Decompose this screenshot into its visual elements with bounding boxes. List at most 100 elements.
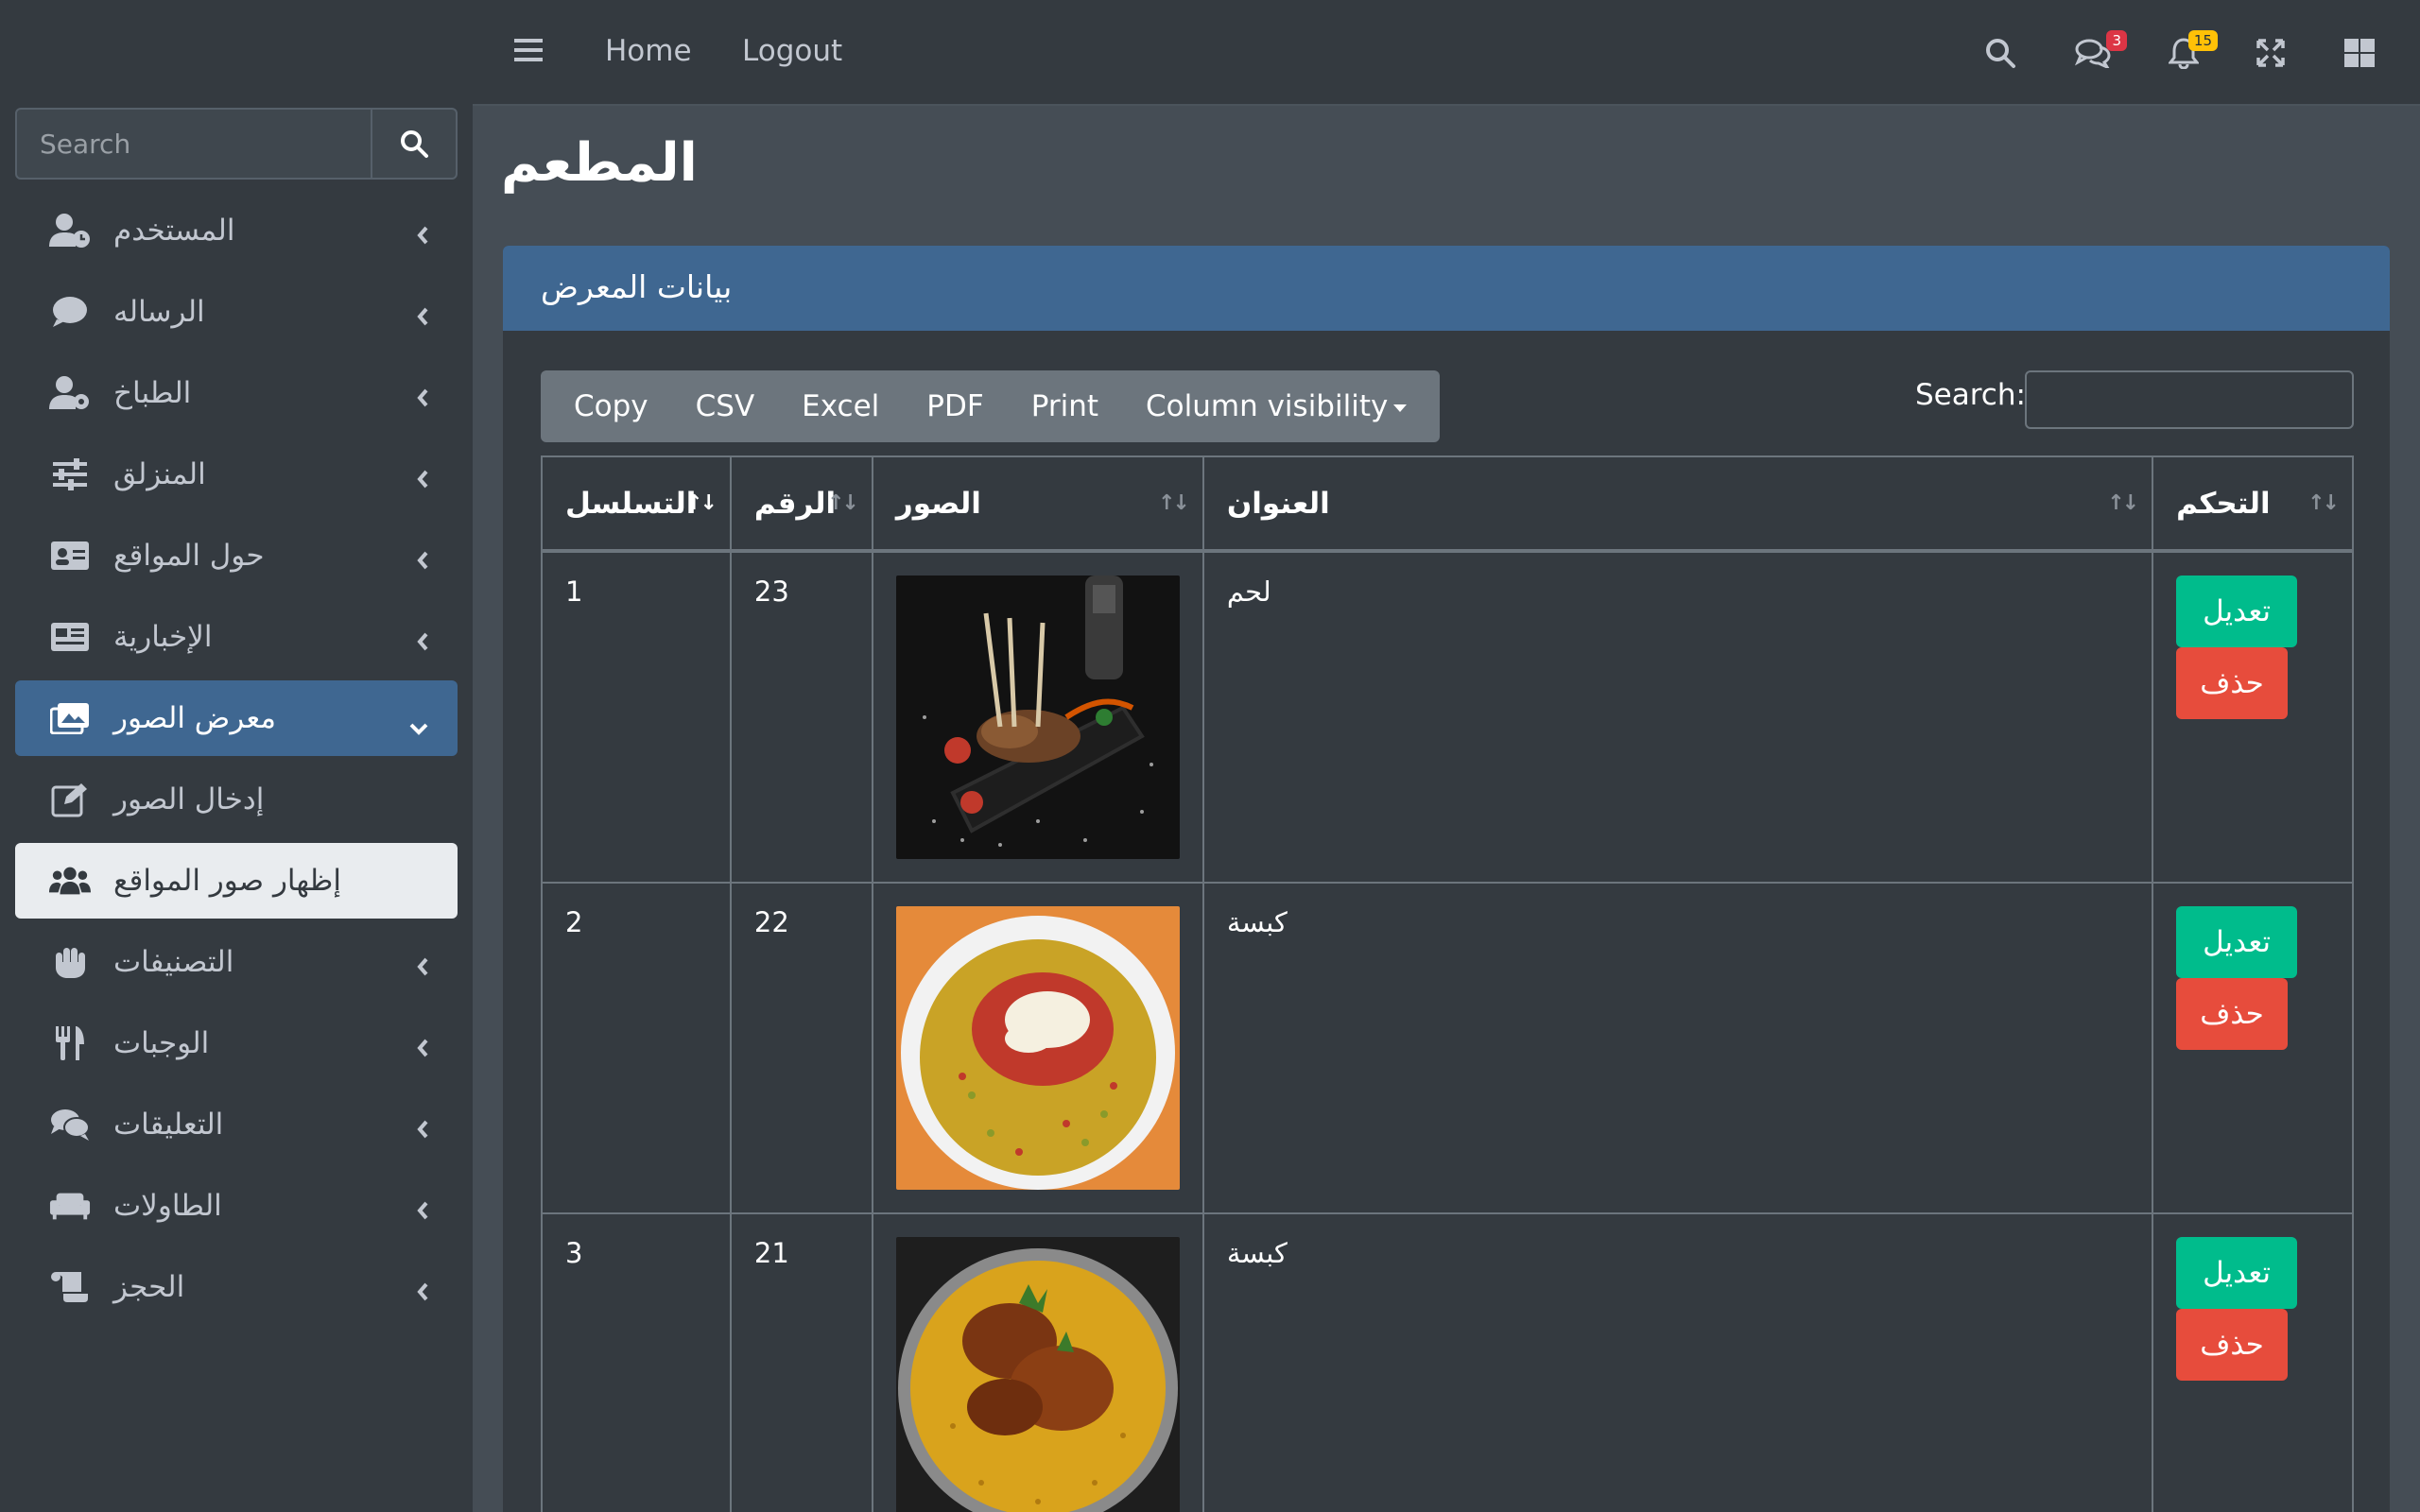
excel-button[interactable]: Excel	[778, 389, 903, 423]
delete-button[interactable]: حذف	[2176, 647, 2289, 719]
chevron-left-icon	[416, 1113, 429, 1147]
page-title: المطعم	[501, 132, 698, 194]
messages-icon[interactable]: 3	[2072, 30, 2127, 72]
scroll-icon	[49, 1268, 91, 1306]
sidebar-item-gallery[interactable]: معرض الصور	[15, 680, 458, 756]
sidebar-item-label: المنزلق	[113, 457, 206, 491]
sidebar-item-about[interactable]: حول المواقع	[15, 518, 458, 593]
menu-toggle-icon[interactable]	[514, 38, 543, 66]
cell-title: لحم	[1201, 550, 2154, 884]
sidebar-item-slider[interactable]: المنزلق	[15, 437, 458, 512]
copy-button[interactable]: Copy	[550, 389, 672, 423]
card-title: بيانات المعرض	[503, 246, 2390, 331]
column-header-label: التحكم	[2176, 486, 2271, 521]
chevron-left-icon	[416, 301, 429, 335]
chevron-left-icon	[416, 1032, 429, 1066]
sidebar-item-categories[interactable]: التصنيفات	[15, 924, 458, 1000]
control-sidebar-icon[interactable]	[2339, 34, 2380, 72]
sidebar-item-label: الرساله	[113, 295, 205, 329]
edit-button[interactable]: تعديل	[2176, 906, 2298, 978]
navbar-search-icon[interactable]	[1979, 34, 2021, 72]
caret-down-icon	[1393, 404, 1408, 412]
users-icon	[49, 862, 91, 900]
sidebar-item-chef[interactable]: الطباخ	[15, 355, 458, 431]
delete-button[interactable]: حذف	[2176, 978, 2289, 1050]
food-image	[895, 576, 1180, 859]
chevron-left-icon	[416, 382, 429, 416]
edit-icon	[49, 781, 91, 818]
logout-link[interactable]: Logout	[742, 34, 842, 68]
cell-actions: تعديل حذف	[2152, 550, 2354, 884]
sort-icon: ↑↓	[826, 491, 859, 515]
comments-icon	[49, 1106, 91, 1143]
table-row: 2 22 كبسة تعديل حذف	[541, 882, 2354, 1214]
column-header-actions[interactable]: التحكم ↑↓	[2152, 455, 2354, 553]
sidebar-item-comments[interactable]: التعليقات	[15, 1087, 458, 1162]
column-header-seq[interactable]: التسلسل ↑↓	[541, 455, 732, 553]
column-header-title[interactable]: العنوان ↑↓	[1201, 455, 2154, 553]
edit-button[interactable]: تعديل	[2176, 576, 2298, 647]
sidebar-item-add-images[interactable]: إدخال الصور	[15, 762, 458, 837]
sidebar-item-label: التعليقات	[113, 1108, 224, 1142]
sidebar-search-button[interactable]	[371, 110, 456, 178]
column-header-images[interactable]: الصور ↑↓	[871, 455, 1204, 553]
chevron-left-icon	[416, 463, 429, 497]
sidebar-item-label: إظهار صور المواقع	[113, 864, 341, 898]
fullscreen-icon[interactable]	[2250, 34, 2291, 72]
column-header-label: الصور	[895, 486, 981, 521]
sidebar-item-label: معرض الصور	[113, 701, 276, 735]
column-header-label: التسلسل	[565, 486, 697, 521]
pdf-button[interactable]: PDF	[903, 389, 1007, 423]
export-buttons: Copy CSV Excel PDF Print Column visibili…	[541, 370, 1441, 442]
sidebar-item-label: الطاولات	[113, 1189, 222, 1223]
edit-button[interactable]: تعديل	[2176, 1237, 2298, 1309]
messages-badge: 3	[2106, 30, 2127, 51]
gallery-table: التسلسل ↑↓ الرقم ↑↓ الصور ↑↓ العنوان ↑↓ التح…	[541, 455, 2354, 1512]
sidebar-item-show-images[interactable]: إظهار صور المواقع	[15, 843, 458, 919]
sort-icon: ↑↓	[1157, 491, 1190, 515]
cell-actions: تعديل حذف	[2152, 882, 2354, 1214]
cell-actions: تعديل حذف	[2152, 1212, 2354, 1512]
sliders-icon	[49, 455, 91, 493]
chevron-left-icon	[416, 951, 429, 985]
table-row: 3 21 كبسة تعديل حذف	[541, 1212, 2354, 1512]
table-search-input[interactable]	[2025, 370, 2354, 429]
home-link[interactable]: Home	[605, 34, 692, 68]
hand-icon	[49, 943, 91, 981]
cell-title: كبسة	[1201, 1212, 2154, 1512]
cell-title: كبسة	[1201, 882, 2154, 1214]
sidebar-item-label: الوجبات	[113, 1026, 210, 1060]
sidebar-item-users[interactable]: المستخدم	[15, 193, 458, 268]
sidebar-item-label: الحجز	[113, 1270, 185, 1304]
notifications-badge: 15	[2187, 30, 2218, 51]
column-header-label: العنوان	[1226, 486, 1330, 521]
sidebar-item-booking[interactable]: الحجز	[15, 1249, 458, 1325]
images-icon	[49, 699, 91, 737]
sidebar-search-input[interactable]	[17, 110, 371, 178]
chevron-left-icon	[416, 544, 429, 578]
cell-seq: 3	[541, 1212, 732, 1512]
id-card-icon	[49, 537, 91, 575]
cell-number: 23	[729, 550, 873, 884]
sidebar-item-news[interactable]: الإخبارية	[15, 599, 458, 675]
column-header-number[interactable]: الرقم ↑↓	[729, 455, 873, 553]
sidebar-item-label: إدخال الصور	[113, 782, 265, 816]
user-cog-icon	[49, 374, 91, 412]
table-search-label: Search:	[1915, 378, 2026, 412]
cell-seq: 2	[541, 882, 732, 1214]
chevron-left-icon	[416, 1276, 429, 1310]
sidebar-search	[15, 108, 458, 180]
top-navbar: Home Logout 3 15	[473, 0, 2420, 106]
food-image	[895, 906, 1180, 1190]
sidebar-item-tables[interactable]: الطاولات	[15, 1168, 458, 1244]
sidebar-item-label: الطباخ	[113, 376, 192, 410]
delete-button[interactable]: حذف	[2176, 1309, 2289, 1381]
sidebar-item-label: الإخبارية	[113, 620, 213, 654]
column-visibility-button[interactable]: Column visibility	[1122, 389, 1430, 423]
sidebar-item-messages[interactable]: الرساله	[15, 274, 458, 350]
csv-button[interactable]: CSV	[672, 389, 779, 423]
notifications-icon[interactable]: 15	[2163, 30, 2218, 72]
print-button[interactable]: Print	[1008, 389, 1122, 423]
cell-image	[871, 1212, 1204, 1512]
sidebar-item-meals[interactable]: الوجبات	[15, 1005, 458, 1081]
